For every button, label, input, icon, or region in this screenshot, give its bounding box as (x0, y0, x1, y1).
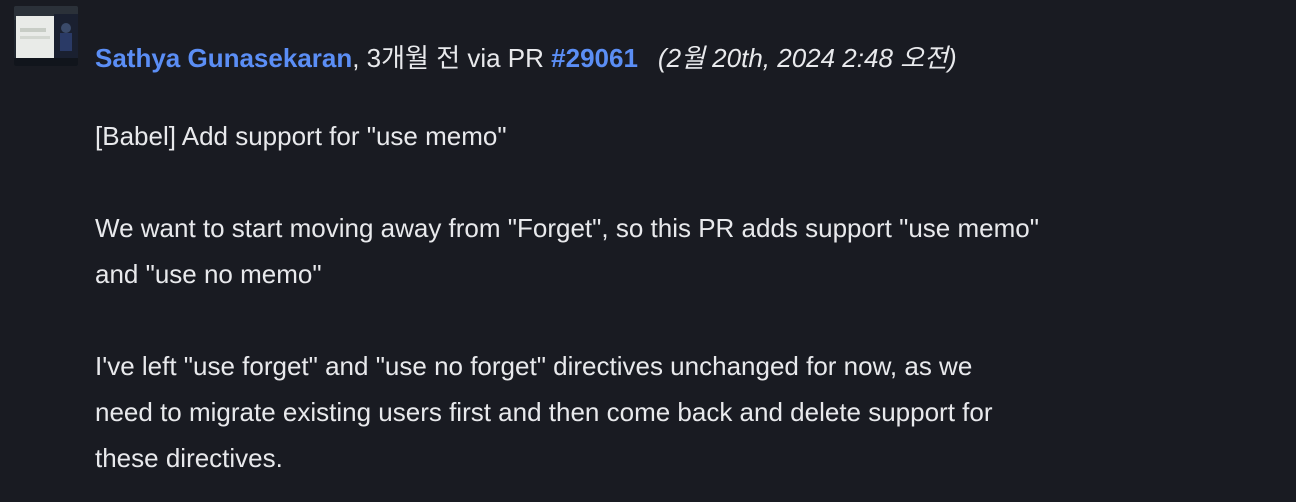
avatar-photo (14, 6, 78, 66)
avatar[interactable] (14, 6, 78, 66)
message-title: [Babel] Add support for "use memo" (95, 121, 507, 151)
message-paragraph: We want to start moving away from "Forge… (95, 213, 1039, 289)
commit-date: (2월 20th, 2024 2:48 오전) (657, 43, 957, 73)
commit-message: [Babel] Add support for "use memo" We wa… (95, 113, 1255, 481)
commit-header: Sathya Gunasekaran, 3개월 전 via PR #29061 (… (95, 40, 957, 76)
message-paragraph: I've left "use forget" and "use no forge… (95, 351, 993, 473)
pr-link[interactable]: #29061 (551, 43, 638, 73)
relative-time: , 3개월 전 via PR (352, 43, 552, 73)
author-link[interactable]: Sathya Gunasekaran (95, 43, 352, 73)
